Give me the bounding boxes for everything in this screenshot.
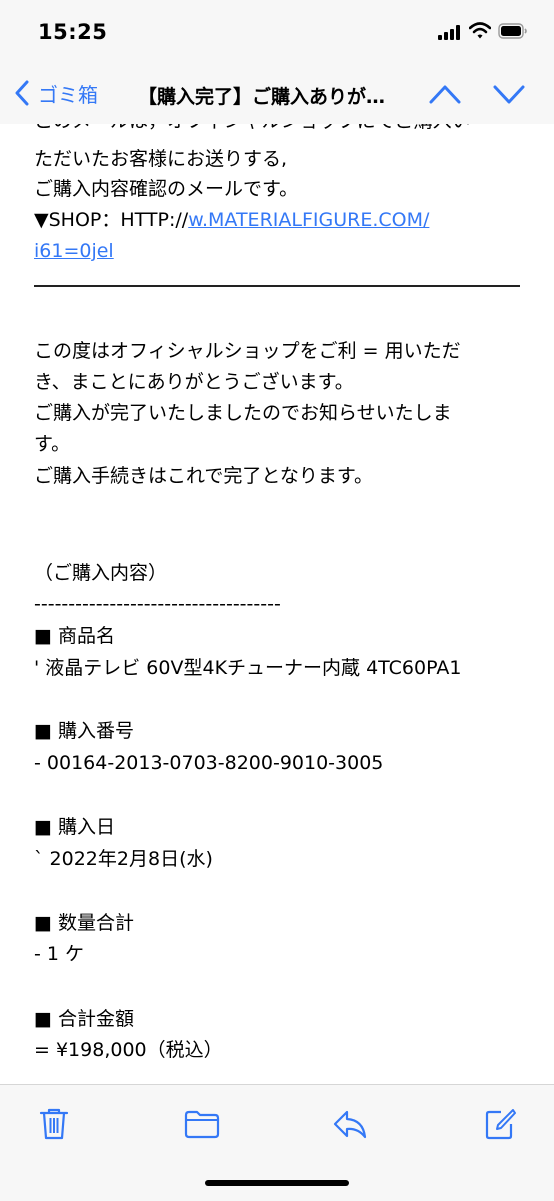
cellular-signal-icon — [438, 25, 460, 40]
next-message-icon[interactable] — [492, 80, 526, 108]
purchase-date-value: ` 2022年2月8日(水) — [34, 848, 213, 870]
email-line: ご購入手続きはこれで完了となります。 — [34, 465, 373, 487]
quantity-value: - 1 ケ — [34, 943, 85, 965]
back-button[interactable]: ゴミ箱 — [14, 76, 98, 110]
order-number-value: - 00164-2013-0703-8200-9010-3005 — [34, 752, 384, 774]
previous-message-icon[interactable] — [428, 80, 462, 108]
email-line: ご購入内容確認のメールです。 — [34, 178, 299, 200]
email-line: き、まことにありがとうございます。 — [34, 371, 354, 393]
status-time: 15:25 — [38, 20, 108, 44]
product-value: ' 液晶テレビ 60V型4Kチューナー内蔵 4TC60PA1 — [34, 657, 462, 679]
section-title: （ご購入内容） — [34, 562, 168, 584]
battery-icon — [498, 23, 527, 39]
home-indicator — [205, 1180, 349, 1186]
shop-link-continued[interactable]: i61=0jel — [34, 240, 114, 262]
order-number-label: ■ 購入番号 — [34, 720, 134, 742]
wifi-icon — [469, 22, 491, 39]
trash-icon[interactable] — [38, 1107, 70, 1141]
shop-link[interactable]: w.MATERIALFIGURE.COM/ — [188, 209, 429, 231]
shop-link-continued-line: i61=0jel — [34, 236, 534, 266]
email-line: ただいたお客様にお送りする, — [34, 148, 288, 170]
purchase-date-label: ■ 購入日 — [34, 816, 115, 838]
total-label: ■ 合計金額 — [34, 1008, 134, 1030]
compose-icon[interactable] — [484, 1107, 516, 1141]
divider — [34, 285, 520, 287]
email-line-cut: このメールは，オフィシャルショップにてご購入い — [34, 124, 534, 133]
email-body: このメールは，オフィシャルショップにてご購入い ただいたお客様にお送りする, ご… — [0, 124, 554, 1084]
shop-line: ▼SHOP：HTTP://w.MATERIALFIGURE.COM/ — [34, 205, 534, 235]
dash-divider: ------------------------------------ — [34, 593, 281, 615]
email-line: す。 — [34, 433, 71, 455]
email-line: ご購入が完了いたしましたのでお知らせいたしま — [34, 402, 452, 424]
shop-label: ▼SHOP：HTTP:// — [34, 209, 189, 231]
quantity-label: ■ 数量合計 — [34, 912, 134, 934]
back-label: ゴミ箱 — [38, 82, 98, 107]
status-bar: 15:25 — [0, 0, 554, 62]
chevron-left-icon — [15, 80, 29, 106]
navigation-bar: ゴミ箱 【購入完了】ご購入ありが… — [0, 62, 554, 124]
email-line: この度はオフィシャルショップをご利 = 用いただ — [34, 340, 461, 362]
product-label: ■ 商品名 — [34, 625, 115, 647]
folder-icon[interactable] — [184, 1107, 220, 1141]
reply-icon[interactable] — [332, 1107, 368, 1141]
message-title: 【購入完了】ご購入ありが… — [138, 86, 386, 108]
total-value: = ¥198,000（税込） — [34, 1039, 223, 1061]
